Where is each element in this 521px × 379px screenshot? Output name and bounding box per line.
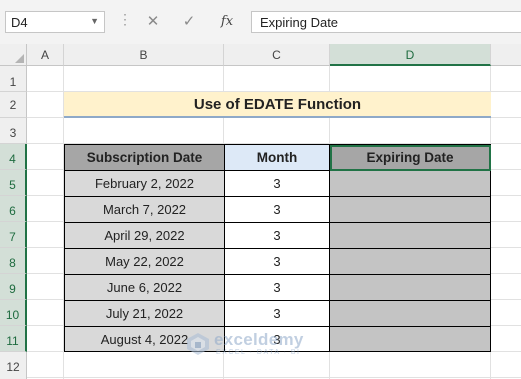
row-header-6[interactable]: 6	[0, 196, 27, 222]
table-cell-expiring[interactable]	[330, 171, 491, 197]
table-cell-month[interactable]: 3	[225, 275, 330, 301]
table-cell-expiring[interactable]	[330, 249, 491, 275]
cancel-icon[interactable]: ✕	[140, 11, 166, 33]
row-header-8[interactable]: 8	[0, 248, 27, 274]
table-cell-month[interactable]: 3	[225, 249, 330, 275]
row-header-2[interactable]: 2	[0, 92, 27, 118]
table-cell-expiring[interactable]	[330, 223, 491, 249]
watermark-tagline: EXCEL · DATA · BI	[216, 349, 301, 356]
column-header-d[interactable]: D	[330, 44, 491, 66]
header-month[interactable]: Month	[225, 145, 330, 171]
select-all-button[interactable]	[0, 44, 27, 66]
header-expiring-date[interactable]: Expiring Date	[330, 145, 491, 171]
table-cell-expiring[interactable]	[330, 197, 491, 223]
enter-icon[interactable]: ✓	[176, 11, 202, 33]
more-options-icon[interactable]: ⋮	[118, 12, 132, 26]
insert-function-icon[interactable]: fx	[214, 11, 240, 33]
row-header-12[interactable]: 12	[0, 352, 27, 379]
formula-bar: D4 ▼ ⋮ ✕ ✓ fx Expiring Date	[0, 0, 521, 44]
table-cell-date[interactable]: May 22, 2022	[65, 249, 225, 275]
name-box[interactable]: D4 ▼	[5, 11, 105, 33]
formula-input[interactable]: Expiring Date	[251, 11, 521, 33]
table-cell-expiring[interactable]	[330, 327, 491, 352]
table-cell-date[interactable]: February 2, 2022	[65, 171, 225, 197]
row-header-3[interactable]: 3	[0, 118, 27, 144]
row-header-4[interactable]: 4	[0, 144, 27, 170]
table-cell-expiring[interactable]	[330, 275, 491, 301]
row-header-7[interactable]: 7	[0, 222, 27, 248]
name-box-value: D4	[11, 15, 28, 30]
column-header-b[interactable]: B	[64, 44, 224, 66]
row-header-11[interactable]: 11	[0, 326, 27, 352]
exceldemy-logo-icon	[187, 333, 209, 355]
exceldemy-watermark: exceldemy EXCEL · DATA · BI	[186, 329, 336, 359]
chevron-down-icon[interactable]: ▼	[90, 16, 99, 26]
table-cell-date[interactable]: July 21, 2022	[65, 301, 225, 327]
row-header-5[interactable]: 5	[0, 170, 27, 196]
table-cell-month[interactable]: 3	[225, 197, 330, 223]
column-header-a[interactable]: A	[27, 44, 64, 66]
row-header-1[interactable]: 1	[0, 66, 27, 92]
sheet-title[interactable]: Use of EDATE Function	[64, 92, 491, 118]
row-header-9[interactable]: 9	[0, 274, 27, 300]
table-cell-month[interactable]: 3	[225, 171, 330, 197]
table-cell-expiring[interactable]	[330, 301, 491, 327]
table-cell-month[interactable]: 3	[225, 301, 330, 327]
formula-buttons: ✕ ✓ fx	[136, 11, 247, 33]
table-cell-date[interactable]: March 7, 2022	[65, 197, 225, 223]
table-cell-month[interactable]: 3	[225, 223, 330, 249]
column-header-e[interactable]	[491, 44, 521, 66]
row-header-10[interactable]: 10	[0, 300, 27, 326]
watermark-name: exceldemy	[214, 330, 304, 349]
header-subscription-date[interactable]: Subscription Date	[65, 145, 225, 171]
formula-value: Expiring Date	[260, 15, 339, 30]
table-cell-date[interactable]: April 29, 2022	[65, 223, 225, 249]
column-header-c[interactable]: C	[224, 44, 330, 66]
table-cell-date[interactable]: June 6, 2022	[65, 275, 225, 301]
